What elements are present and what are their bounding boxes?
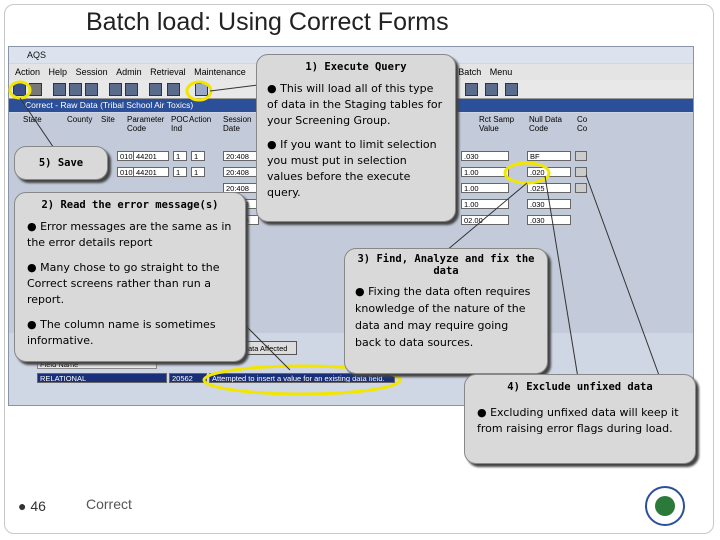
page-number: ● 46 <box>18 498 46 514</box>
callout-execute-query-heading: 1) Execute Query <box>305 61 407 73</box>
menu-batch[interactable]: Batch <box>458 67 481 77</box>
app-title: AQS <box>27 50 47 60</box>
cell-null-code[interactable]: .025 <box>527 183 571 193</box>
error-field-name[interactable]: RELATIONAL <box>37 373 167 383</box>
callout-save: 5) Save <box>14 146 108 180</box>
col-parameter-code: Parameter Code <box>127 115 165 133</box>
callout-execute-query-bullet-2: ● If you want to limit selection you mus… <box>267 138 437 199</box>
callout-execute-query-bullet-1: ● This will load all of this type of dat… <box>267 82 443 127</box>
callout-read-errors-bullet-3: ● The column name is sometimes informati… <box>27 318 216 347</box>
tool-icon-b[interactable] <box>485 83 498 96</box>
col-samp-value: Rct Samp Value <box>479 115 515 133</box>
menu-retrieval[interactable]: Retrieval <box>150 67 186 77</box>
save-icon[interactable] <box>13 83 26 96</box>
paste-icon[interactable] <box>85 83 98 96</box>
cell-value[interactable]: 02.00 <box>461 215 509 225</box>
callout-read-errors-bullet-1: ● Error messages are the same as in the … <box>27 220 232 249</box>
query-icon[interactable] <box>149 83 162 96</box>
callout-exclude: 4) Exclude unfixed data ● Excluding unfi… <box>464 374 696 464</box>
error-code[interactable]: 20562 <box>169 373 207 383</box>
cell-value[interactable]: 1.00 <box>461 167 509 177</box>
callout-read-errors: 2) Read the error message(s) ● Error mes… <box>14 192 246 362</box>
cell-null-code[interactable]: BF <box>527 151 571 161</box>
tool-icon-c[interactable] <box>505 83 518 96</box>
cell-date[interactable]: 20:408 <box>223 167 259 177</box>
col-session-date: Session Date <box>223 115 252 133</box>
callout-exclude-bullet-1: ● Excluding unfixed data will keep it fr… <box>477 406 679 435</box>
epa-seal-icon <box>645 486 685 526</box>
col-county: County <box>67 115 93 124</box>
cell-null-code[interactable]: .030 <box>527 199 571 209</box>
find-icon[interactable] <box>109 83 122 96</box>
print-icon[interactable] <box>29 83 42 96</box>
col-co: Co Co <box>577 115 588 133</box>
cell-parameter[interactable]: 44201 <box>133 167 169 177</box>
tool-icon-a[interactable] <box>465 83 478 96</box>
cut-icon[interactable] <box>53 83 66 96</box>
cell-poc[interactable]: 1 <box>173 167 187 177</box>
cell-co[interactable] <box>575 183 587 193</box>
menu-maintenance[interactable]: Maintenance <box>194 67 246 77</box>
menu-help[interactable]: Help <box>49 67 68 77</box>
error-message[interactable]: Attempted to insert a value for an exist… <box>209 373 395 383</box>
cell-co[interactable] <box>575 167 587 177</box>
callout-find-fix-heading: 3) Find, Analyze and fix the data <box>357 253 535 277</box>
cell-value[interactable]: 1.00 <box>461 183 509 193</box>
cell-ind[interactable]: 1 <box>191 167 205 177</box>
callout-execute-query: 1) Execute Query ● This will load all of… <box>256 54 456 222</box>
cell-null-code[interactable]: .020 <box>527 167 571 177</box>
cell-parameter[interactable]: 44201 <box>133 151 169 161</box>
cell-value[interactable]: 1.00 <box>461 199 509 209</box>
callout-save-heading: 5) Save <box>38 157 84 169</box>
cell-ind[interactable]: 1 <box>191 151 205 161</box>
cell-poc[interactable]: 1 <box>173 151 187 161</box>
cell-date[interactable]: 20:408 <box>223 151 259 161</box>
menu-admin[interactable]: Admin <box>116 67 142 77</box>
enter-query-icon[interactable] <box>125 83 138 96</box>
callout-find-fix-bullet-1: ● Fixing the data often requires knowled… <box>355 285 531 349</box>
cell-co[interactable] <box>575 151 587 161</box>
col-state: State <box>23 115 42 124</box>
col-site: Site <box>101 115 115 124</box>
col-action: Action <box>189 115 212 124</box>
callout-read-errors-heading: 2) Read the error message(s) <box>41 199 219 211</box>
slide-title: Batch load: Using Correct Forms <box>86 8 449 36</box>
col-null-data-code: Null Data Code <box>529 115 562 133</box>
menu-session[interactable]: Session <box>76 67 108 77</box>
callout-read-errors-bullet-2: ● Many chose to go straight to the Corre… <box>27 261 220 306</box>
cell-value[interactable]: .030 <box>461 151 509 161</box>
cell-null-code[interactable]: .030 <box>527 215 571 225</box>
menu-action[interactable]: Action <box>15 67 40 77</box>
footer-text: Correct <box>86 496 132 512</box>
callout-exclude-heading: 4) Exclude unfixed data <box>507 381 653 393</box>
callout-find-fix: 3) Find, Analyze and fix the data ● Fixi… <box>344 248 548 374</box>
menu-menu[interactable]: Menu <box>490 67 513 77</box>
copy-icon[interactable] <box>69 83 82 96</box>
execute-query-icon[interactable] <box>195 83 208 96</box>
clear-icon[interactable] <box>167 83 180 96</box>
